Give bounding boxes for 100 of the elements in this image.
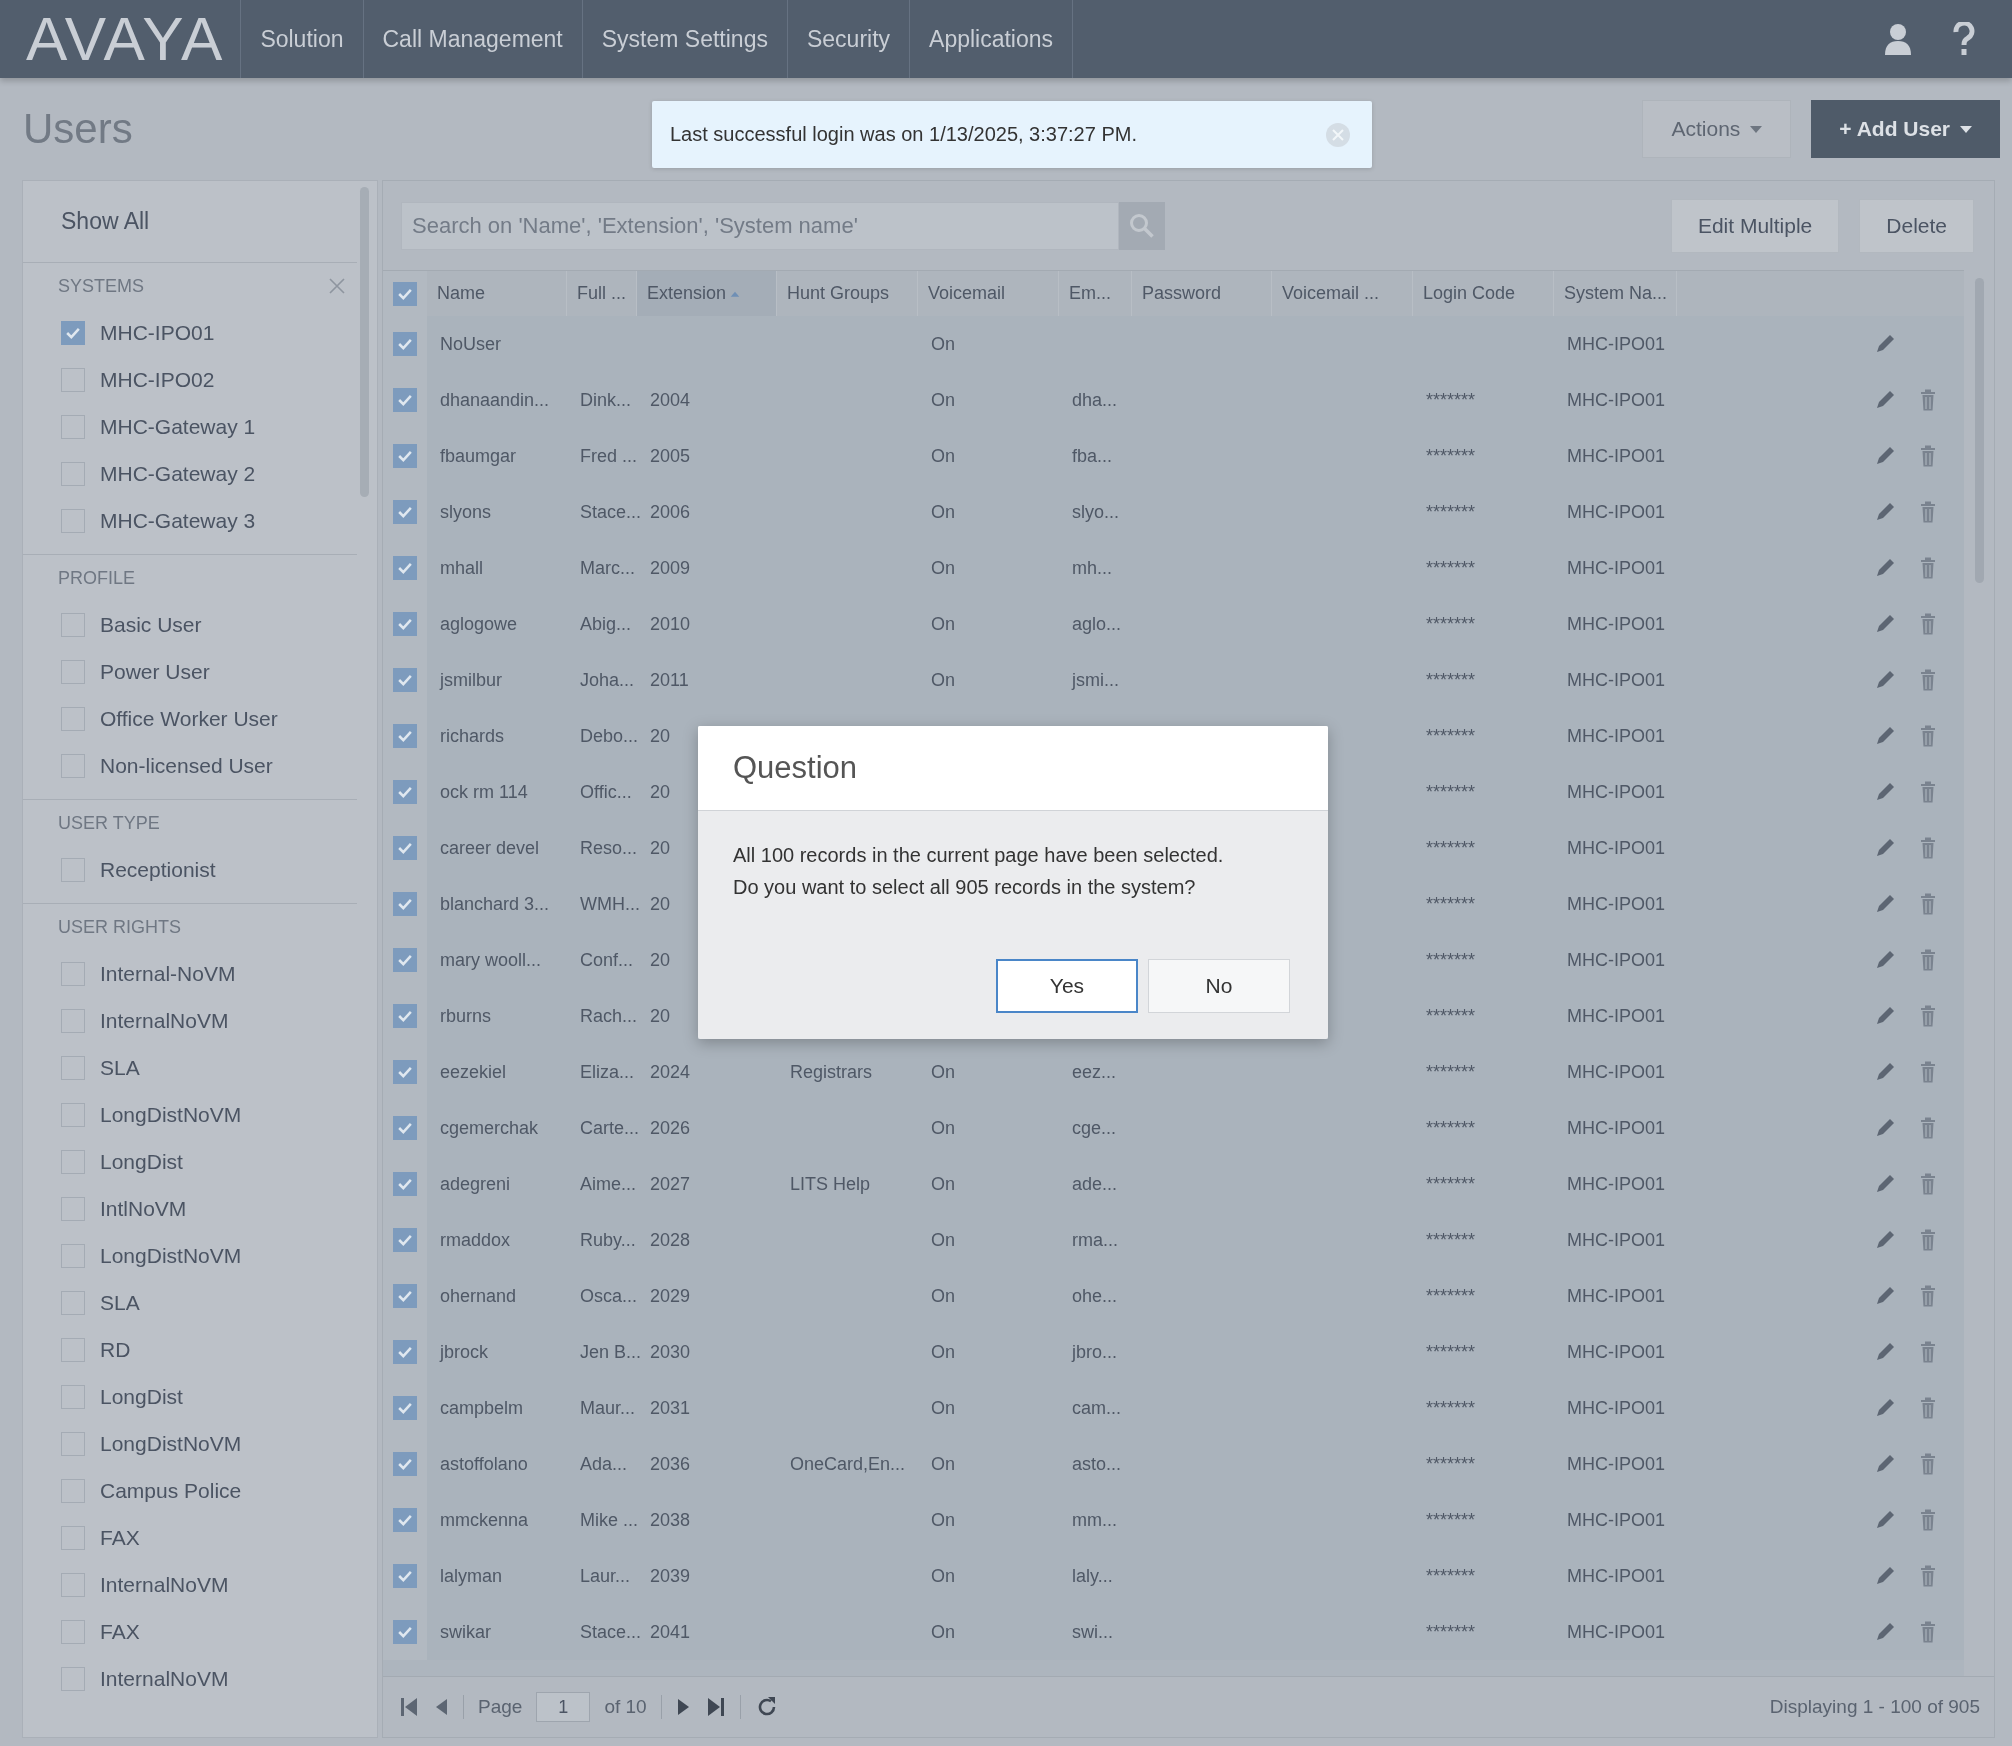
search-field[interactable]: Search on 'Name', 'Extension', 'System name' bbox=[401, 201, 1119, 250]
trash-icon[interactable] bbox=[1920, 669, 1936, 691]
page-number-field[interactable]: 1 bbox=[536, 1692, 591, 1722]
edit-icon[interactable] bbox=[1874, 1061, 1896, 1083]
edit-icon[interactable] bbox=[1874, 669, 1896, 691]
user-icon[interactable] bbox=[1884, 23, 1912, 55]
checkbox[interactable] bbox=[393, 1060, 417, 1084]
edit-icon[interactable] bbox=[1874, 445, 1896, 467]
checkbox[interactable] bbox=[61, 1619, 85, 1644]
trash-icon[interactable] bbox=[1920, 1397, 1936, 1419]
trash-icon[interactable] bbox=[1920, 1229, 1936, 1251]
checkbox[interactable] bbox=[61, 1008, 85, 1033]
edit-icon[interactable] bbox=[1874, 1173, 1896, 1195]
add-user-button[interactable]: + Add User bbox=[1811, 100, 2000, 158]
nav-item[interactable]: Solution bbox=[241, 0, 364, 78]
edit-icon[interactable] bbox=[1874, 1621, 1896, 1643]
edit-icon[interactable] bbox=[1874, 1397, 1896, 1419]
checkbox[interactable] bbox=[61, 1337, 85, 1362]
checkbox[interactable] bbox=[61, 1196, 85, 1221]
checkbox[interactable] bbox=[393, 612, 417, 636]
trash-icon[interactable] bbox=[1920, 1005, 1936, 1027]
trash-icon[interactable] bbox=[1920, 781, 1936, 803]
trash-icon[interactable] bbox=[1920, 501, 1936, 523]
checkbox[interactable] bbox=[61, 753, 85, 778]
checkbox[interactable] bbox=[393, 1284, 417, 1308]
checkbox[interactable] bbox=[61, 857, 85, 882]
trash-icon[interactable] bbox=[1920, 1061, 1936, 1083]
edit-icon[interactable] bbox=[1874, 1509, 1896, 1531]
checkbox[interactable] bbox=[61, 1431, 85, 1456]
edit-icon[interactable] bbox=[1874, 613, 1896, 635]
checkbox[interactable] bbox=[61, 1243, 85, 1268]
checkbox[interactable] bbox=[393, 444, 417, 468]
checkbox[interactable] bbox=[393, 1564, 417, 1588]
checkbox[interactable] bbox=[393, 1004, 417, 1028]
toolbar-button[interactable]: Edit Multiple bbox=[1670, 198, 1840, 253]
checkbox[interactable] bbox=[61, 1290, 85, 1315]
checkbox[interactable] bbox=[61, 1572, 85, 1597]
checkbox[interactable] bbox=[393, 388, 417, 412]
checkbox[interactable] bbox=[393, 948, 417, 972]
checkbox[interactable] bbox=[393, 1340, 417, 1364]
checkbox[interactable] bbox=[393, 1396, 417, 1420]
close-icon[interactable] bbox=[329, 278, 345, 294]
checkbox[interactable] bbox=[61, 320, 85, 345]
search-button[interactable] bbox=[1119, 201, 1165, 250]
checkbox[interactable] bbox=[61, 1525, 85, 1550]
trash-icon[interactable] bbox=[1920, 1173, 1936, 1195]
column-header[interactable]: Extension bbox=[637, 271, 777, 316]
edit-icon[interactable] bbox=[1874, 333, 1896, 355]
checkbox[interactable] bbox=[393, 1172, 417, 1196]
trash-icon[interactable] bbox=[1920, 1453, 1936, 1475]
checkbox[interactable] bbox=[61, 1666, 85, 1691]
trash-icon[interactable] bbox=[1920, 1565, 1936, 1587]
checkbox[interactable] bbox=[61, 367, 85, 392]
checkbox[interactable] bbox=[393, 1116, 417, 1140]
edit-icon[interactable] bbox=[1874, 949, 1896, 971]
trash-icon[interactable] bbox=[1920, 1621, 1936, 1643]
nav-item[interactable]: Security bbox=[787, 0, 911, 78]
checkbox[interactable] bbox=[393, 780, 417, 804]
edit-icon[interactable] bbox=[1874, 1117, 1896, 1139]
checkbox[interactable] bbox=[393, 332, 417, 356]
trash-icon[interactable] bbox=[1920, 1341, 1936, 1363]
close-icon[interactable] bbox=[1326, 122, 1350, 147]
checkbox[interactable] bbox=[393, 1508, 417, 1532]
trash-icon[interactable] bbox=[1920, 725, 1936, 747]
trash-icon[interactable] bbox=[1920, 893, 1936, 915]
trash-icon[interactable] bbox=[1920, 837, 1936, 859]
edit-icon[interactable] bbox=[1874, 781, 1896, 803]
trash-icon[interactable] bbox=[1920, 1117, 1936, 1139]
edit-icon[interactable] bbox=[1874, 1565, 1896, 1587]
trash-icon[interactable] bbox=[1920, 557, 1936, 579]
last-page-icon[interactable] bbox=[705, 1696, 726, 1718]
trash-icon[interactable] bbox=[1920, 1509, 1936, 1531]
trash-icon[interactable] bbox=[1920, 949, 1936, 971]
toolbar-button[interactable]: Delete bbox=[1859, 198, 1974, 253]
nav-item[interactable]: Applications bbox=[910, 0, 1074, 78]
checkbox[interactable] bbox=[393, 1620, 417, 1644]
help-icon[interactable] bbox=[1952, 22, 1976, 56]
edit-icon[interactable] bbox=[1874, 557, 1896, 579]
checkbox[interactable] bbox=[393, 668, 417, 692]
checkbox[interactable] bbox=[61, 961, 85, 986]
checkbox[interactable] bbox=[61, 508, 85, 533]
trash-icon[interactable] bbox=[1920, 445, 1936, 467]
edit-icon[interactable] bbox=[1874, 389, 1896, 411]
edit-icon[interactable] bbox=[1874, 837, 1896, 859]
edit-icon[interactable] bbox=[1874, 893, 1896, 915]
checkbox[interactable] bbox=[393, 892, 417, 916]
checkbox[interactable] bbox=[61, 612, 85, 637]
checkbox[interactable] bbox=[61, 1384, 85, 1409]
checkbox[interactable] bbox=[393, 1452, 417, 1476]
checkbox[interactable] bbox=[393, 500, 417, 524]
checkbox[interactable] bbox=[393, 724, 417, 748]
checkbox[interactable] bbox=[393, 281, 417, 306]
checkbox[interactable] bbox=[61, 1478, 85, 1503]
show-all-link[interactable]: Show All bbox=[23, 181, 357, 263]
actions-button[interactable]: Actions bbox=[1642, 100, 1792, 158]
edit-icon[interactable] bbox=[1874, 1285, 1896, 1307]
edit-icon[interactable] bbox=[1874, 1229, 1896, 1251]
checkbox[interactable] bbox=[61, 414, 85, 439]
dialog-button[interactable]: Yes bbox=[996, 959, 1138, 1013]
first-page-icon[interactable] bbox=[399, 1696, 419, 1718]
